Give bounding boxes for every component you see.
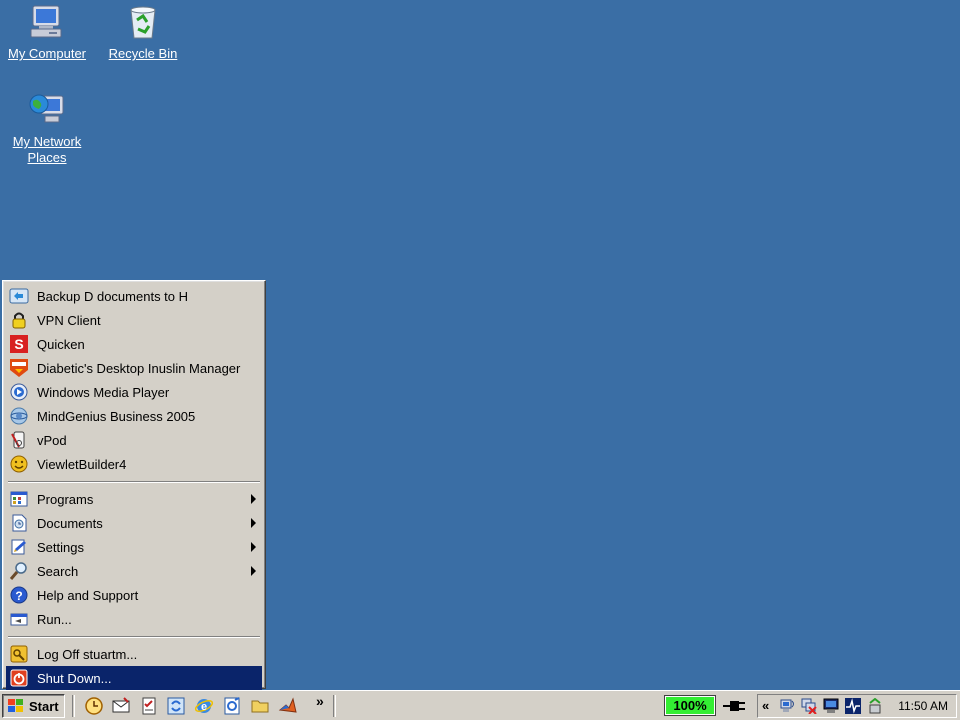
- taskbar: Start e » 100% « 11:50 AM: [0, 690, 960, 720]
- toolbar-grip[interactable]: [72, 695, 75, 717]
- my-computer-icon: [27, 2, 67, 42]
- display-icon[interactable]: [823, 698, 839, 714]
- menu-separator: [8, 636, 260, 638]
- sync-icon[interactable]: [166, 696, 186, 716]
- menu-item-search[interactable]: Search: [6, 559, 262, 583]
- menu-item-label: Shut Down...: [37, 670, 112, 686]
- svg-text:e: e: [201, 701, 207, 713]
- desktop-icon-label: Recycle Bin: [108, 46, 178, 61]
- lock-icon: [9, 310, 29, 330]
- menu-item-mindgenius[interactable]: MindGenius Business 2005: [6, 404, 262, 428]
- script-icon[interactable]: [222, 696, 242, 716]
- menu-item-programs[interactable]: Programs: [6, 487, 262, 511]
- folder-icon[interactable]: [250, 696, 270, 716]
- svg-text:?: ?: [15, 589, 22, 603]
- menu-item-help[interactable]: ? Help and Support: [6, 583, 262, 607]
- menu-item-label: ViewletBuilder4: [37, 456, 127, 472]
- tray-expand-button[interactable]: «: [762, 698, 769, 713]
- menu-item-label: Backup D documents to H: [37, 288, 189, 304]
- programs-icon: [9, 489, 29, 509]
- desktop-icon-label: My Computer: [7, 46, 87, 61]
- system-tray: « 11:50 AM: [757, 694, 957, 718]
- power-plug-icon[interactable]: [722, 697, 748, 715]
- menu-item-label: MindGenius Business 2005: [37, 408, 196, 424]
- menu-item-label: Run...: [37, 611, 72, 627]
- mail-icon[interactable]: [111, 696, 131, 716]
- desktop-icon-label: My Network Places: [12, 134, 82, 165]
- menu-item-insulin-manager[interactable]: Diabetic's Desktop Inuslin Manager: [6, 356, 262, 380]
- taskbar-clock[interactable]: 11:50 AM: [898, 699, 948, 713]
- vpod-icon: [9, 430, 29, 450]
- quicken-icon: S: [9, 334, 29, 354]
- backup-icon: [9, 286, 29, 306]
- svg-text:S: S: [14, 336, 23, 352]
- run-icon: [9, 609, 29, 629]
- start-button[interactable]: Start: [2, 694, 65, 718]
- documents-icon: [9, 513, 29, 533]
- submenu-arrow-icon: [251, 518, 256, 528]
- network-places-icon: [27, 90, 67, 130]
- start-menu: Backup D documents to H VPN Client S Qui…: [2, 280, 266, 690]
- menu-separator: [8, 481, 260, 483]
- menu-item-label: Programs: [37, 491, 94, 507]
- activity-monitor-icon[interactable]: [845, 698, 861, 714]
- quick-launch-more-button[interactable]: »: [316, 693, 324, 709]
- menu-item-vpn-client[interactable]: VPN Client: [6, 308, 262, 332]
- media-player-icon: [9, 382, 29, 402]
- submenu-arrow-icon: [251, 566, 256, 576]
- battery-meter[interactable]: 100%: [664, 695, 716, 716]
- mindgenius-icon: [9, 406, 29, 426]
- network-icon[interactable]: [780, 698, 796, 714]
- menu-item-label: Help and Support: [37, 587, 139, 603]
- menu-item-backup[interactable]: Backup D documents to H: [6, 284, 262, 308]
- menu-item-log-off[interactable]: Log Off stuartm...: [6, 642, 262, 666]
- logoff-icon: [9, 644, 29, 664]
- viewletbuilder-icon: [9, 454, 29, 474]
- battery-percent: 100%: [673, 698, 707, 713]
- menu-item-label: Log Off stuartm...: [37, 646, 138, 662]
- menu-item-label: Documents: [37, 515, 103, 531]
- menu-item-viewletbuilder[interactable]: ViewletBuilder4: [6, 452, 262, 476]
- menu-item-media-player[interactable]: Windows Media Player: [6, 380, 262, 404]
- settings-icon: [9, 537, 29, 557]
- menu-item-label: Windows Media Player: [37, 384, 170, 400]
- submenu-arrow-icon: [251, 494, 256, 504]
- menu-item-label: Quicken: [37, 336, 85, 352]
- recycle-bin-icon: [123, 2, 163, 42]
- internet-explorer-icon[interactable]: e: [194, 696, 214, 716]
- menu-item-run[interactable]: Run...: [6, 607, 262, 631]
- menu-item-label: Diabetic's Desktop Inuslin Manager: [37, 360, 241, 376]
- menu-item-label: vPod: [37, 432, 67, 448]
- help-icon: ?: [9, 585, 29, 605]
- start-button-label: Start: [29, 698, 59, 714]
- menu-item-documents[interactable]: Documents: [6, 511, 262, 535]
- network-disconnected-icon[interactable]: [801, 698, 817, 715]
- menu-item-settings[interactable]: Settings: [6, 535, 262, 559]
- toolbar-grip[interactable]: [333, 695, 336, 717]
- search-icon: [9, 561, 29, 581]
- menu-item-label: Settings: [37, 539, 84, 555]
- clock-icon[interactable]: [84, 696, 104, 716]
- desktop-icon-recycle-bin[interactable]: Recycle Bin: [101, 2, 185, 62]
- menu-item-label: Search: [37, 563, 79, 579]
- menu-item-vpod[interactable]: vPod: [6, 428, 262, 452]
- menu-item-label: VPN Client: [37, 312, 101, 328]
- desktop-icon-my-computer[interactable]: My Computer: [5, 2, 89, 62]
- menu-item-shut-down[interactable]: Shut Down...: [6, 666, 262, 690]
- insulin-manager-icon: [9, 358, 29, 378]
- task-icon[interactable]: [139, 696, 159, 716]
- matlab-icon[interactable]: [278, 696, 298, 716]
- shutdown-icon: [9, 668, 29, 688]
- menu-item-quicken[interactable]: S Quicken: [6, 332, 262, 356]
- recycle-tray-icon[interactable]: [867, 697, 883, 714]
- desktop-icon-network-places[interactable]: My Network Places: [5, 90, 89, 166]
- submenu-arrow-icon: [251, 542, 256, 552]
- windows-logo-icon: [7, 698, 25, 714]
